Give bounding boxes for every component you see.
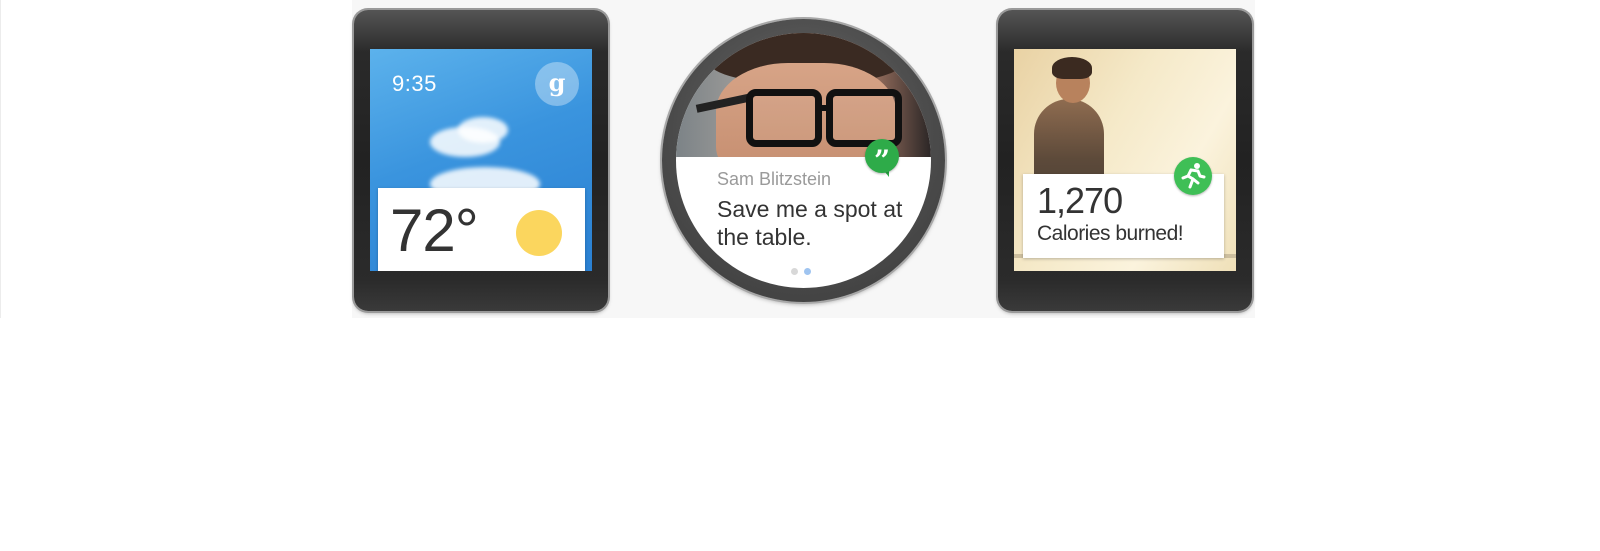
- page: 9:35 g 72° ” Sam Blitzstein Save me a sp…: [0, 0, 1600, 551]
- page-dot-active[interactable]: [804, 268, 811, 275]
- weather-watch-screen: 9:35 g 72°: [370, 49, 592, 271]
- contact-photo: [676, 33, 931, 157]
- message-watch: ” Sam Blitzstein Save me a spot at the t…: [662, 19, 945, 302]
- calories-label: Calories burned!: [1037, 222, 1184, 245]
- google-icon[interactable]: g: [535, 62, 579, 106]
- edge-divider: [0, 0, 1, 318]
- glasses-right-lens: [826, 89, 902, 147]
- sender-name: Sam Blitzstein: [717, 169, 832, 189]
- message-text: Save me a spot at the table.: [717, 196, 903, 250]
- page-indicator: [791, 268, 811, 275]
- weather-card[interactable]: 72°: [378, 188, 585, 271]
- running-person-icon[interactable]: [1174, 157, 1212, 195]
- runner-hair: [1052, 57, 1092, 79]
- glasses-left-lens: [746, 89, 822, 147]
- cloud: [458, 117, 508, 143]
- message-watch-screen: ” Sam Blitzstein Save me a spot at the t…: [676, 33, 931, 288]
- temperature: 72°: [390, 197, 479, 264]
- fitness-watch: 1,270 Calories burned!: [998, 10, 1252, 311]
- hangouts-icon[interactable]: ”: [865, 139, 899, 177]
- page-dot[interactable]: [791, 268, 798, 275]
- sun-icon: [516, 210, 562, 256]
- time-display: 9:35: [392, 71, 437, 96]
- running-person-glyph: [1181, 163, 1206, 189]
- weather-watch: 9:35 g 72°: [354, 10, 608, 311]
- glasses-bridge: [815, 105, 829, 111]
- calories-value: 1,270: [1037, 180, 1123, 221]
- fitness-watch-screen: 1,270 Calories burned!: [1014, 49, 1236, 271]
